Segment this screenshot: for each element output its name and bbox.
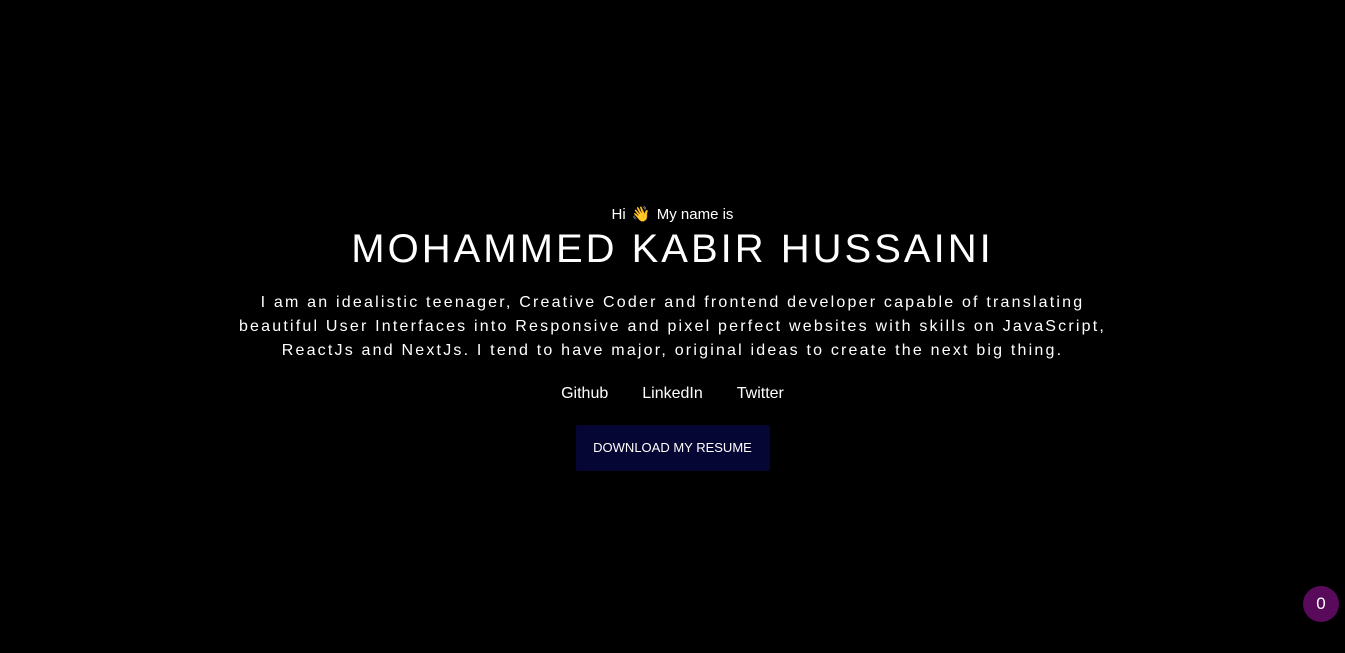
greeting-prefix: Hi	[611, 206, 626, 223]
download-resume-button[interactable]: DOWNLOAD MY RESUME	[575, 425, 770, 471]
bio-line: I am an idealistic teenager, Creative Co…	[260, 294, 1085, 311]
bio-line: beautiful User Interfaces into Responsiv…	[238, 318, 1107, 335]
twitter-link[interactable]: Twitter	[737, 384, 784, 404]
page-title: MOHAMMED KABIR HUSSAINI	[351, 227, 994, 271]
greeting-suffix: My name is	[656, 206, 734, 223]
page: Hi 👋 My name is MOHAMMED KABIR HUSSAINI …	[0, 0, 1345, 653]
greeting: Hi 👋 My name is	[0, 204, 1345, 225]
linkedin-link[interactable]: LinkedIn	[642, 384, 703, 404]
bio-line: ReactJs and NextJs. I tend to have major…	[281, 342, 1064, 359]
waving-hand-icon: 👋	[631, 205, 651, 223]
counter-badge[interactable]: 0	[1303, 586, 1339, 622]
hero-section: Hi 👋 My name is MOHAMMED KABIR HUSSAINI …	[0, 204, 1345, 471]
bio-text: I am an idealistic teenager, Creative Co…	[183, 291, 1163, 363]
social-links: Github LinkedIn Twitter	[0, 384, 1345, 404]
github-link[interactable]: Github	[561, 384, 608, 404]
